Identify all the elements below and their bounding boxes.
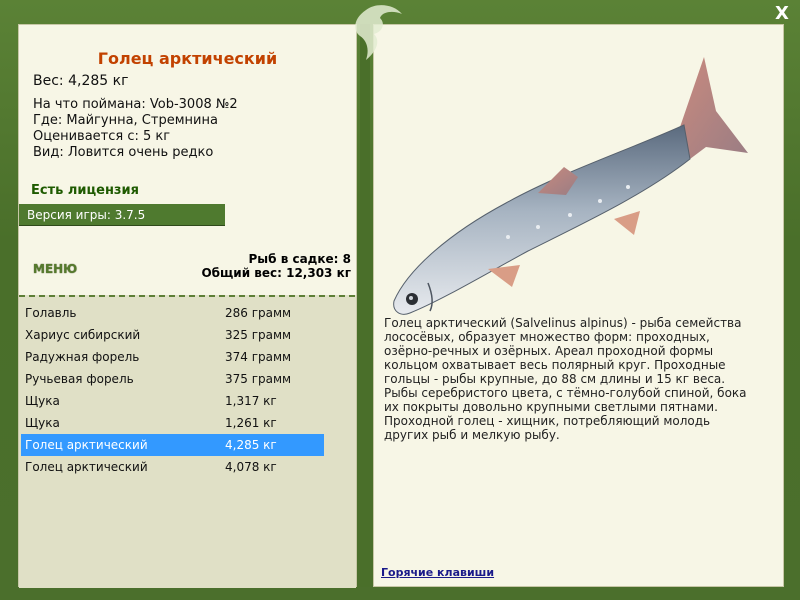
list-item-weight: 286 грамм [225, 306, 292, 320]
list-item[interactable]: Ручьевая форель 375 грамм [21, 368, 324, 390]
list-item[interactable]: Щука 1,261 кг [21, 412, 324, 434]
list-item[interactable]: Радужная форель 374 грамм [21, 346, 324, 368]
license-status: Есть лицензия [31, 183, 139, 198]
list-item-name: Щука [25, 416, 60, 430]
list-item-name: Голец арктический [25, 438, 148, 452]
keepnet-total-weight: Общий вес: 12,303 кг [201, 266, 351, 280]
fish-description: Голец арктический (Salvelinus alpinus) -… [384, 316, 747, 442]
keepnet-count: Рыб в садке: 8 [248, 252, 352, 266]
keepnet-stats: Рыб в садке: 8 Общий вес: 12,303 кг [201, 252, 351, 280]
right-panel: Голец арктический (Salvelinus alpinus) -… [373, 24, 784, 587]
close-icon[interactable]: X [772, 4, 792, 24]
left-panel: Голец арктический Вес: 4,285 кг На что п… [18, 24, 357, 588]
dashed-divider [19, 295, 356, 297]
list-item[interactable]: Хариус сибирский 325 грамм [21, 324, 324, 346]
fish-logo-icon [355, 5, 402, 61]
list-item[interactable]: Голавль 286 грамм [21, 302, 324, 324]
list-item-name: Ручьевая форель [25, 372, 134, 386]
location: Где: Майгунна, Стремнина [33, 113, 218, 128]
catch-list: Голавль 286 грамм Хариус сибирский 325 гра… [21, 302, 324, 478]
list-item-name: Хариус сибирский [25, 328, 141, 342]
game-version: Версия игры: 3.7.5 [19, 204, 225, 226]
list-item-weight: 1,261 кг [225, 416, 277, 430]
list-item-weight: 374 грамм [225, 350, 292, 364]
list-item-name: Голавль [25, 306, 77, 320]
list-item-weight: 325 грамм [225, 328, 292, 342]
valued-from: Оценивается с: 5 кг [33, 129, 171, 144]
caught-on: На что поймана: Vob-3008 №2 [33, 97, 238, 112]
fish-title: Голец арктический [97, 49, 278, 68]
panel-divider [360, 24, 370, 587]
fish-image [393, 57, 748, 315]
list-item-weight: 375 грамм [225, 372, 292, 386]
list-item[interactable]: Голец арктический 4,285 кг [21, 434, 324, 456]
list-item[interactable]: Голец арктический 4,078 кг [21, 456, 324, 478]
fish-weight: Вес: 4,285 кг [33, 73, 129, 89]
list-item-name: Голец арктический [25, 460, 148, 474]
list-item-weight: 1,317 кг [225, 394, 277, 408]
list-item-weight: 4,285 кг [225, 438, 277, 452]
hotkeys-link[interactable]: Горячие клавиши [381, 566, 494, 579]
rarity: Вид: Ловится очень редко [33, 145, 214, 160]
list-item[interactable]: Щука 1,317 кг [21, 390, 324, 412]
list-item-weight: 4,078 кг [225, 460, 277, 474]
list-item-name: Щука [25, 394, 60, 408]
menu-button[interactable]: МЕНЮ [33, 262, 77, 276]
list-item-name: Радужная форель [25, 350, 140, 364]
